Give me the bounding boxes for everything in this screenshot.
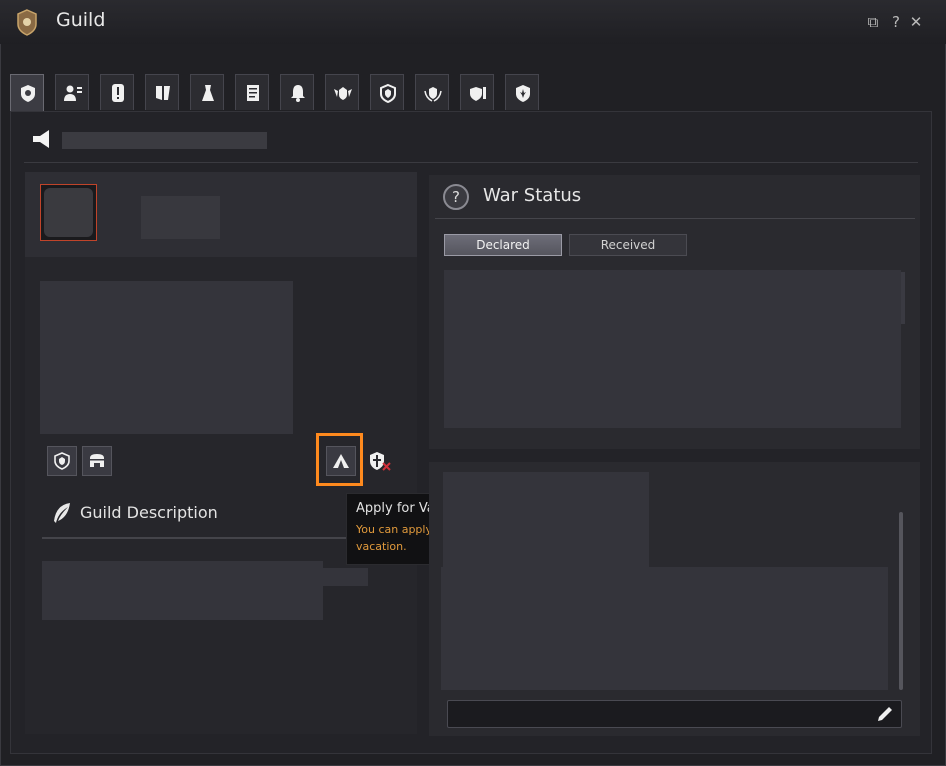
restore-icon[interactable]: ⧉ bbox=[864, 13, 882, 31]
quill-icon bbox=[54, 503, 70, 523]
divider bbox=[435, 218, 915, 219]
tab-guild-info[interactable] bbox=[10, 74, 44, 112]
war-list[interactable] bbox=[444, 270, 901, 428]
tab-received[interactable]: Received bbox=[569, 234, 687, 256]
war-help-icon[interactable]: ? bbox=[443, 184, 469, 210]
war-status-title: War Status bbox=[483, 185, 582, 206]
alliance-icon bbox=[334, 87, 352, 100]
tab-quest[interactable] bbox=[145, 74, 179, 110]
guild-defense-button[interactable] bbox=[47, 446, 77, 476]
leave-guild-button[interactable] bbox=[363, 446, 393, 476]
guild-chat-header-box bbox=[443, 472, 649, 567]
guild-notice-text[interactable] bbox=[62, 132, 267, 149]
tab-costume[interactable] bbox=[190, 74, 224, 110]
window-title: Guild bbox=[56, 9, 106, 31]
document-icon bbox=[247, 85, 259, 101]
guild-description-overflow bbox=[322, 568, 368, 586]
tab-alert[interactable] bbox=[100, 74, 134, 110]
tab-members[interactable] bbox=[55, 74, 89, 110]
guild-crest-icon bbox=[21, 85, 35, 102]
storage-chest-icon bbox=[90, 454, 104, 467]
guild-description-title: Guild Description bbox=[80, 503, 218, 522]
fleur-shield-icon bbox=[516, 85, 530, 102]
guild-mark bbox=[44, 188, 93, 237]
megaphone-icon bbox=[33, 130, 49, 148]
war-list-scrollbar[interactable] bbox=[901, 272, 905, 324]
guild-emblem-icon bbox=[17, 9, 37, 36]
tab-honors[interactable] bbox=[415, 74, 449, 110]
vacation-highlight bbox=[316, 433, 363, 486]
tab-notifications[interactable] bbox=[280, 74, 314, 110]
guild-storage-button[interactable] bbox=[82, 446, 112, 476]
guild-chat-scrollbar[interactable] bbox=[899, 512, 903, 690]
tab-alliance[interactable] bbox=[325, 74, 359, 110]
tab-document[interactable] bbox=[235, 74, 269, 110]
alert-icon bbox=[112, 84, 124, 102]
guild-details-box bbox=[40, 281, 293, 434]
shield-icon bbox=[54, 452, 70, 470]
shield-list-icon bbox=[470, 87, 486, 101]
guild-description-box[interactable] bbox=[42, 561, 323, 620]
tab-declared[interactable]: Declared bbox=[444, 234, 562, 256]
tab-territory[interactable] bbox=[505, 74, 539, 110]
bell-icon bbox=[291, 85, 305, 102]
guild-name bbox=[141, 196, 220, 239]
title-bar[interactable] bbox=[0, 0, 946, 44]
guild-window: Guild ⧉ ? ✕ Guild Description Apply for … bbox=[0, 0, 946, 766]
guild-chat-input[interactable] bbox=[447, 700, 902, 728]
laurel-shield-icon bbox=[424, 87, 442, 102]
pencil-icon[interactable] bbox=[875, 704, 895, 724]
help-icon[interactable]: ? bbox=[887, 13, 905, 31]
guild-chat-log bbox=[441, 567, 888, 690]
close-icon[interactable]: ✕ bbox=[907, 13, 925, 31]
shield-cross-icon bbox=[370, 452, 391, 471]
tab-shield-list[interactable] bbox=[460, 74, 494, 110]
tab-defense[interactable] bbox=[370, 74, 404, 110]
divider bbox=[42, 537, 362, 539]
costume-icon bbox=[202, 85, 214, 101]
quest-scroll-icon bbox=[156, 86, 170, 100]
shield-icon bbox=[380, 83, 396, 103]
member-list-icon bbox=[64, 85, 82, 101]
